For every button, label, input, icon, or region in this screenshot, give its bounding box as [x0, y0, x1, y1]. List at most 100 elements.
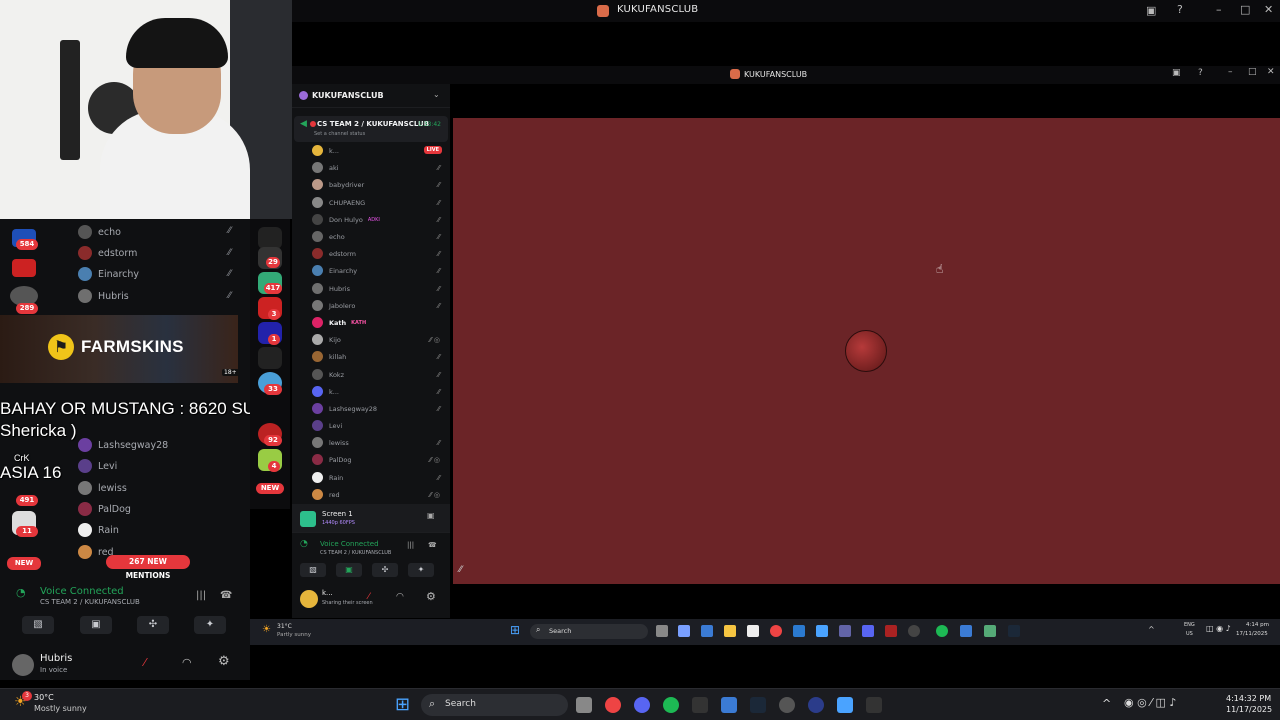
- settings-gear-icon[interactable]: ⚙: [218, 654, 230, 669]
- list-item[interactable]: Lashsegway28: [78, 435, 168, 455]
- list-item[interactable]: Jabolero ⁄⁄: [312, 297, 446, 314]
- list-item[interactable]: k... ⁄⁄: [312, 383, 446, 400]
- server-icon[interactable]: [12, 259, 36, 277]
- minimize-icon[interactable]: –: [1216, 3, 1222, 16]
- list-item[interactable]: k... LIVE: [312, 142, 446, 159]
- settings-gear-icon[interactable]: ⚙: [426, 590, 436, 603]
- new-badge[interactable]: NEW: [256, 483, 284, 494]
- outlook-icon[interactable]: [793, 625, 805, 637]
- list-item[interactable]: Kijo ⁄⁄ ◎: [312, 331, 446, 348]
- new-badge[interactable]: NEW: [7, 557, 41, 570]
- list-item[interactable]: Levi: [312, 417, 446, 434]
- steam-icon[interactable]: [1008, 625, 1020, 637]
- list-item[interactable]: Rain ⁄⁄: [312, 469, 446, 486]
- list-item[interactable]: CHUPAENG ⁄⁄: [312, 194, 446, 211]
- notepad-icon[interactable]: [837, 697, 853, 713]
- app-icon[interactable]: [678, 625, 690, 637]
- screen-share-button[interactable]: ▣: [336, 563, 362, 577]
- list-item[interactable]: edstorm: [78, 243, 137, 263]
- edge-icon[interactable]: [701, 625, 713, 637]
- soundboard-button[interactable]: ✦: [408, 563, 434, 577]
- search-input[interactable]: ⌕ Search: [421, 694, 568, 716]
- camera-off-button[interactable]: ▧: [300, 563, 326, 577]
- chevron-down-icon[interactable]: ⌄: [433, 90, 440, 99]
- voice-channel[interactable]: CS TEAM 2 / KUKUFANSCLUB: [40, 598, 140, 606]
- app-icon[interactable]: [721, 697, 737, 713]
- start-icon[interactable]: ⊞: [510, 623, 520, 637]
- discord-icon[interactable]: [634, 697, 650, 713]
- avatar[interactable]: [12, 654, 34, 676]
- app-icon[interactable]: [692, 697, 708, 713]
- list-item[interactable]: Lashsegway28 ⁄⁄: [312, 400, 446, 417]
- maximize-icon[interactable]: □: [1240, 3, 1250, 16]
- app-icon[interactable]: [808, 697, 824, 713]
- inbox-icon[interactable]: ▣: [1172, 68, 1181, 78]
- weather-desc[interactable]: Mostly sunny: [34, 704, 87, 713]
- server-icon[interactable]: [258, 347, 282, 369]
- voice-channel-row[interactable]: ◀ CS TEAM 2 / KUKUFANSCLUB Set a channel…: [294, 116, 448, 142]
- disconnect-icon[interactable]: ☎: [220, 590, 232, 601]
- network-icon[interactable]: ◫ ◉ ♪: [1206, 624, 1231, 633]
- list-item[interactable]: edstorm ⁄⁄: [312, 245, 446, 262]
- clock-date[interactable]: 11/17/2025: [1226, 705, 1272, 714]
- discord-icon[interactable]: [862, 625, 874, 637]
- chrome-icon[interactable]: [605, 697, 621, 713]
- close-icon[interactable]: ✕: [1267, 67, 1275, 77]
- list-item[interactable]: lewiss: [78, 478, 127, 498]
- steam-icon[interactable]: [750, 697, 766, 713]
- minimize-icon[interactable]: –: [1228, 67, 1233, 77]
- disconnect-icon[interactable]: ☎: [428, 541, 437, 549]
- explorer-icon[interactable]: [724, 625, 736, 637]
- headphones-icon[interactable]: ◠: [396, 592, 404, 602]
- list-item[interactable]: echo ⁄⁄: [312, 228, 446, 245]
- list-item[interactable]: babydriver ⁄⁄: [312, 176, 446, 193]
- mentions-badge[interactable]: 267 NEW MENTIONS: [106, 555, 190, 580]
- list-item[interactable]: Levi: [78, 456, 117, 476]
- noise-suppression-icon[interactable]: |||: [196, 590, 206, 601]
- app-icon[interactable]: [885, 625, 897, 637]
- help-icon[interactable]: ?: [1198, 68, 1203, 78]
- close-icon[interactable]: ✕: [1264, 3, 1273, 16]
- screen-share-tile[interactable]: Screen 1 1440p 60FPS ▣: [292, 504, 450, 532]
- list-item[interactable]: PalDog: [78, 499, 131, 519]
- mic-muted-icon[interactable]: ⁄⁄: [459, 565, 462, 575]
- weather-temp[interactable]: 31°C: [277, 623, 292, 630]
- app-icon[interactable]: [866, 697, 882, 713]
- app-icon[interactable]: [816, 625, 828, 637]
- help-icon[interactable]: ?: [1177, 3, 1183, 16]
- avatar[interactable]: [300, 590, 318, 608]
- list-item[interactable]: lewiss ⁄⁄: [312, 434, 446, 451]
- server-icon[interactable]: [258, 227, 282, 249]
- start-icon[interactable]: ⊞: [395, 694, 410, 715]
- taskview-icon[interactable]: [656, 625, 668, 637]
- list-item[interactable]: aki ⁄⁄: [312, 159, 446, 176]
- mic-muted-icon[interactable]: ⁄: [144, 656, 146, 669]
- noise-suppression-icon[interactable]: |||: [407, 541, 414, 549]
- weather-temp[interactable]: 30°C: [34, 693, 54, 702]
- search-input[interactable]: ⌕ Search: [530, 624, 648, 639]
- activities-button[interactable]: ✣: [137, 616, 169, 634]
- list-item[interactable]: Don Hulyo ADKI ⁄⁄: [312, 211, 446, 228]
- tray-chevron-icon[interactable]: ^: [1102, 697, 1111, 710]
- list-item[interactable]: Hubris: [78, 286, 129, 306]
- mic-muted-icon[interactable]: ⁄: [368, 592, 370, 602]
- voice-channel[interactable]: CS TEAM 2 / KUKUFANSCLUB: [320, 550, 391, 556]
- spotify-icon[interactable]: [663, 697, 679, 713]
- list-item[interactable]: echo: [78, 222, 121, 242]
- clock-time[interactable]: 4:14:32 PM: [1226, 694, 1271, 703]
- tray-icons[interactable]: ◉ ◎ ⁄ ◫ ♪: [1124, 696, 1176, 709]
- clock-time[interactable]: 4:14 pm: [1246, 622, 1269, 628]
- app-icon[interactable]: [779, 697, 795, 713]
- lang-1[interactable]: ENG: [1184, 622, 1195, 628]
- list-item[interactable]: Rain: [78, 520, 119, 540]
- weather-desc[interactable]: Partly sunny: [277, 632, 311, 638]
- soundboard-button[interactable]: ✦: [194, 616, 226, 634]
- camera-off-button[interactable]: ▧: [22, 616, 54, 634]
- spotify-icon[interactable]: [936, 625, 948, 637]
- clock-date[interactable]: 17/11/2025: [1236, 631, 1268, 637]
- server-header[interactable]: KUKUFANSCLUB ⌄: [292, 84, 450, 108]
- list-item[interactable]: Kokz ⁄⁄: [312, 366, 446, 383]
- list-item[interactable]: Kath KATH: [312, 314, 446, 331]
- inbox-icon[interactable]: ▣: [1146, 4, 1156, 17]
- activities-button[interactable]: ✣: [372, 563, 398, 577]
